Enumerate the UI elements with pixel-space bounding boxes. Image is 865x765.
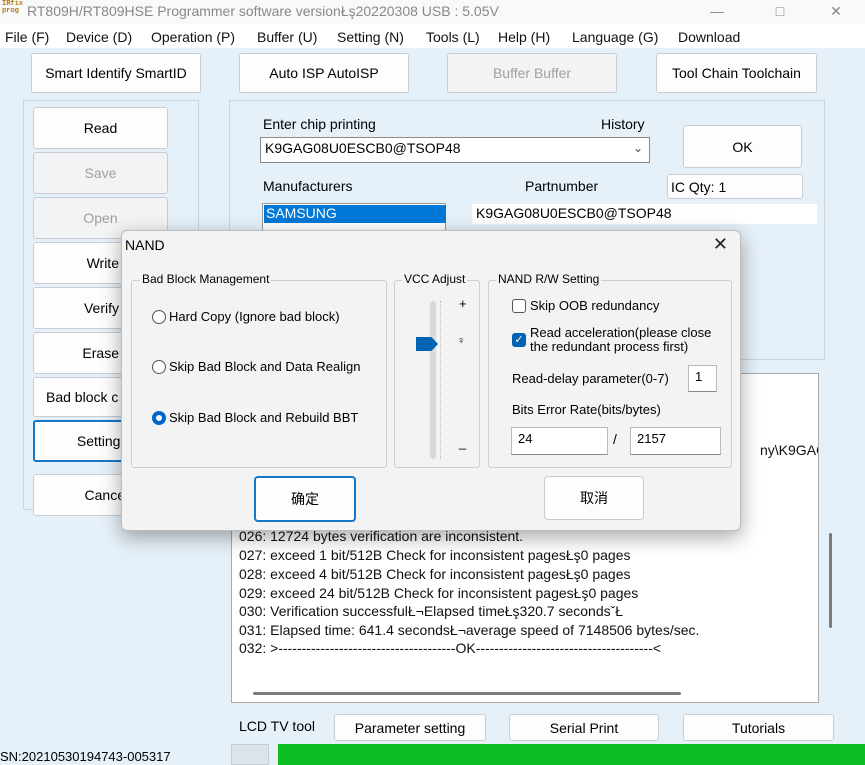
log-line: 030: Verification successfulŁ¬Elapsed ti… [239, 603, 624, 619]
minimize-button[interactable]: — [697, 0, 737, 24]
read-delay-input[interactable]: 1 [688, 365, 717, 392]
close-window-button[interactable]: ✕ [816, 0, 856, 24]
manufacturers-label: Manufacturers [263, 178, 353, 194]
bad-block-group-title: Bad Block Management [140, 272, 272, 286]
log-horizontal-scrollbar[interactable] [253, 692, 681, 695]
progress-bar [278, 744, 865, 765]
manufacturer-selected[interactable]: SAMSUNG [264, 205, 446, 223]
buffer-button[interactable]: Buffer Buffer [447, 53, 617, 93]
serial-print-button[interactable]: Serial Print [509, 714, 659, 741]
radio-label: Hard Copy (Ignore bad block) [169, 309, 340, 324]
dialog-cancel-button[interactable]: 取消 [544, 476, 644, 520]
menu-download[interactable]: Download [678, 29, 740, 45]
close-icon[interactable]: ✕ [713, 234, 728, 255]
auto-isp-button[interactable]: Auto ISP AutoISP [239, 53, 409, 93]
tutorials-button[interactable]: Tutorials [683, 714, 834, 741]
partnumber-label: Partnumber [525, 178, 599, 194]
chevron-down-icon[interactable]: ⌄ [633, 141, 643, 155]
radio-selected-icon[interactable] [152, 410, 166, 425]
vcc-minus-label: _ [459, 435, 467, 450]
log-line: 031: Elapsed time: 641.4 secondsŁ¬averag… [239, 622, 700, 638]
ber-separator: / [613, 431, 617, 447]
vcc-slider-track[interactable] [430, 301, 436, 459]
lcd-tv-tool-label: LCD TV tool [239, 718, 315, 734]
menu-device[interactable]: Device (D) [66, 29, 132, 45]
status-cell [231, 744, 269, 765]
menu-language[interactable]: Language (G) [572, 29, 658, 45]
chip-printing-combo[interactable]: K9GAG08U0ESCB0@TSOP48 ⌄ [260, 137, 650, 163]
vcc-adjust-title: VCC Adjust [402, 272, 468, 286]
log-line: 027: exceed 1 bit/512B Check for inconsi… [239, 547, 631, 563]
read-acceleration-checkbox-row[interactable]: ✓ Read acceleration(please close the red… [512, 326, 711, 354]
log-vertical-scrollbar[interactable] [829, 533, 832, 628]
radio-rebuild-bbt[interactable]: Skip Bad Block and Rebuild BBT [152, 410, 358, 425]
radio-icon[interactable] [152, 359, 166, 374]
log-line: 029: exceed 24 bit/512B Check for incons… [239, 585, 639, 601]
menu-tools[interactable]: Tools (L) [426, 29, 480, 45]
window-title: RT809H/RT809HSE Programmer software vers… [27, 3, 499, 19]
smart-identify-button[interactable]: Smart Identify SmartID [31, 53, 201, 93]
log-line: 032: >----------------------------------… [239, 640, 662, 656]
dialog-ok-button[interactable]: 确定 [254, 476, 356, 522]
radio-icon[interactable] [152, 309, 166, 324]
bits-error-rate-label: Bits Error Rate(bits/bytes) [512, 402, 661, 417]
tool-chain-button[interactable]: Tool Chain Toolchain [656, 53, 817, 93]
read-acceleration-label-1: Read acceleration(please close [530, 325, 712, 340]
maximize-button[interactable]: □ [760, 0, 800, 24]
vcc-tick-marks [440, 301, 449, 459]
radio-label: Skip Bad Block and Data Realign [169, 359, 361, 374]
history-label: History [601, 116, 645, 132]
menu-buffer[interactable]: Buffer (U) [257, 29, 317, 45]
enter-chip-label: Enter chip printing [263, 116, 376, 132]
ic-qty-field: IC Qty: 1 [667, 174, 803, 199]
read-delay-label: Read-delay parameter(0-7) [512, 371, 669, 386]
parameter-setting-button[interactable]: Parameter setting [334, 714, 486, 741]
menu-file[interactable]: File (F) [5, 29, 49, 45]
nand-dialog: NAND ✕ Bad Block Management Hard Copy (I… [121, 230, 741, 531]
menu-setting[interactable]: Setting (N) [337, 29, 404, 45]
ok-button[interactable]: OK [683, 125, 802, 168]
menu-operation[interactable]: Operation (P) [151, 29, 235, 45]
vcc-plus-label: + [459, 296, 467, 311]
vcc-level-icon: ♀ [457, 335, 466, 347]
app-logo: IRfix prog [2, 0, 24, 15]
skip-oob-label: Skip OOB redundancy [530, 298, 660, 313]
read-acceleration-label-2: the redundant process first) [530, 339, 689, 354]
log-line: 028: exceed 4 bit/512B Check for inconsi… [239, 566, 631, 582]
partnumber-field: K9GAG08U0ESCB0@TSOP48 [472, 204, 817, 224]
radio-label: Skip Bad Block and Rebuild BBT [169, 410, 359, 425]
log-partial-path: ny\K9GAG08 [760, 442, 818, 458]
chip-printing-value: K9GAG08U0ESCB0@TSOP48 [265, 140, 461, 156]
radio-hard-copy[interactable]: Hard Copy (Ignore bad block) [152, 309, 340, 324]
skip-oob-checkbox-row[interactable]: Skip OOB redundancy [512, 299, 659, 313]
vcc-adjust-group: VCC Adjust [394, 272, 480, 468]
ber-bits-input[interactable]: 24 [511, 427, 608, 455]
dialog-title: NAND [125, 237, 165, 253]
manufacturers-list[interactable]: SAMSUNG [262, 203, 446, 233]
read-button[interactable]: Read [33, 107, 168, 149]
ber-bytes-input[interactable]: 2157 [630, 427, 721, 455]
radio-skip-realign[interactable]: Skip Bad Block and Data Realign [152, 359, 361, 374]
save-button[interactable]: Save [33, 152, 168, 194]
menu-help[interactable]: Help (H) [498, 29, 550, 45]
skip-oob-checkbox[interactable] [512, 299, 526, 313]
read-acceleration-checkbox[interactable]: ✓ [512, 333, 526, 347]
nand-rw-title: NAND R/W Setting [496, 272, 602, 286]
serial-number: SN:20210530194743-005317 [0, 749, 171, 764]
